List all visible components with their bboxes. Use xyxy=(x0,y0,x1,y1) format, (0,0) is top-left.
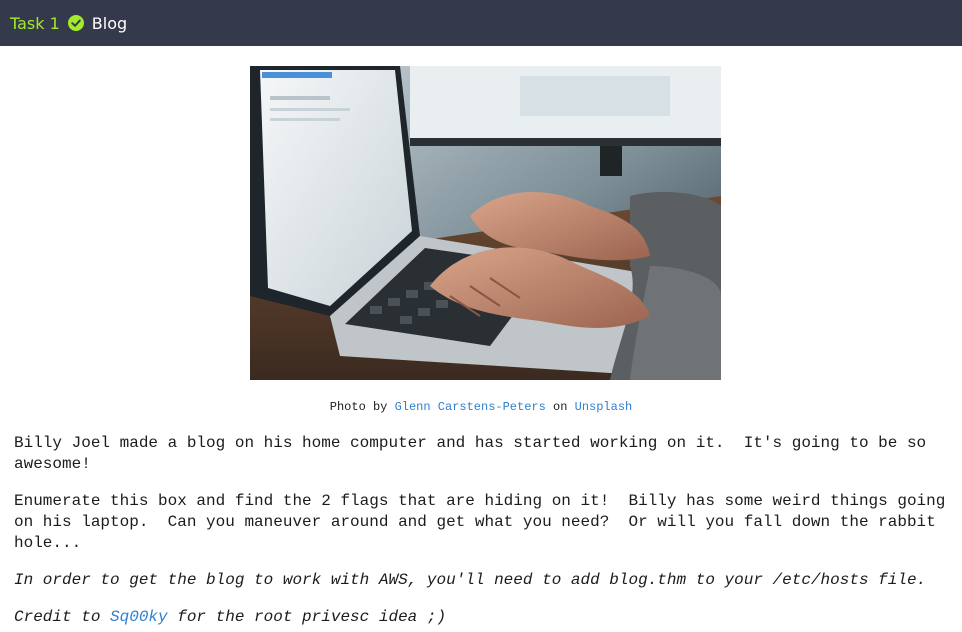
caption-prefix: Photo by xyxy=(329,400,395,414)
photo-caption: Photo by Glenn Carstens-Peters on Unspla… xyxy=(0,400,962,414)
credit-suffix: for the root privesc idea ;) xyxy=(167,608,447,626)
photographer-link[interactable]: Glenn Carstens-Peters xyxy=(395,400,546,414)
task-title: Blog xyxy=(91,13,128,33)
task-header[interactable]: Task 1 Blog xyxy=(0,0,962,46)
unsplash-link[interactable]: Unsplash xyxy=(575,400,633,414)
laptop-photo xyxy=(250,66,721,380)
instructions-paragraph: Enumerate this box and find the 2 flags … xyxy=(14,492,946,552)
check-circle-icon xyxy=(67,15,84,31)
task-number-label: Task 1 xyxy=(10,13,60,33)
credit-author-link[interactable]: Sq00ky xyxy=(110,608,168,626)
hosts-note-paragraph: In order to get the blog to work with AW… xyxy=(14,571,927,589)
caption-middle: on xyxy=(545,400,575,414)
credit-prefix: Credit to xyxy=(14,608,111,626)
intro-paragraph: Billy Joel made a blog on his home compu… xyxy=(14,434,927,473)
credit-paragraph: Credit to Sq00ky for the root privesc id… xyxy=(14,607,954,628)
